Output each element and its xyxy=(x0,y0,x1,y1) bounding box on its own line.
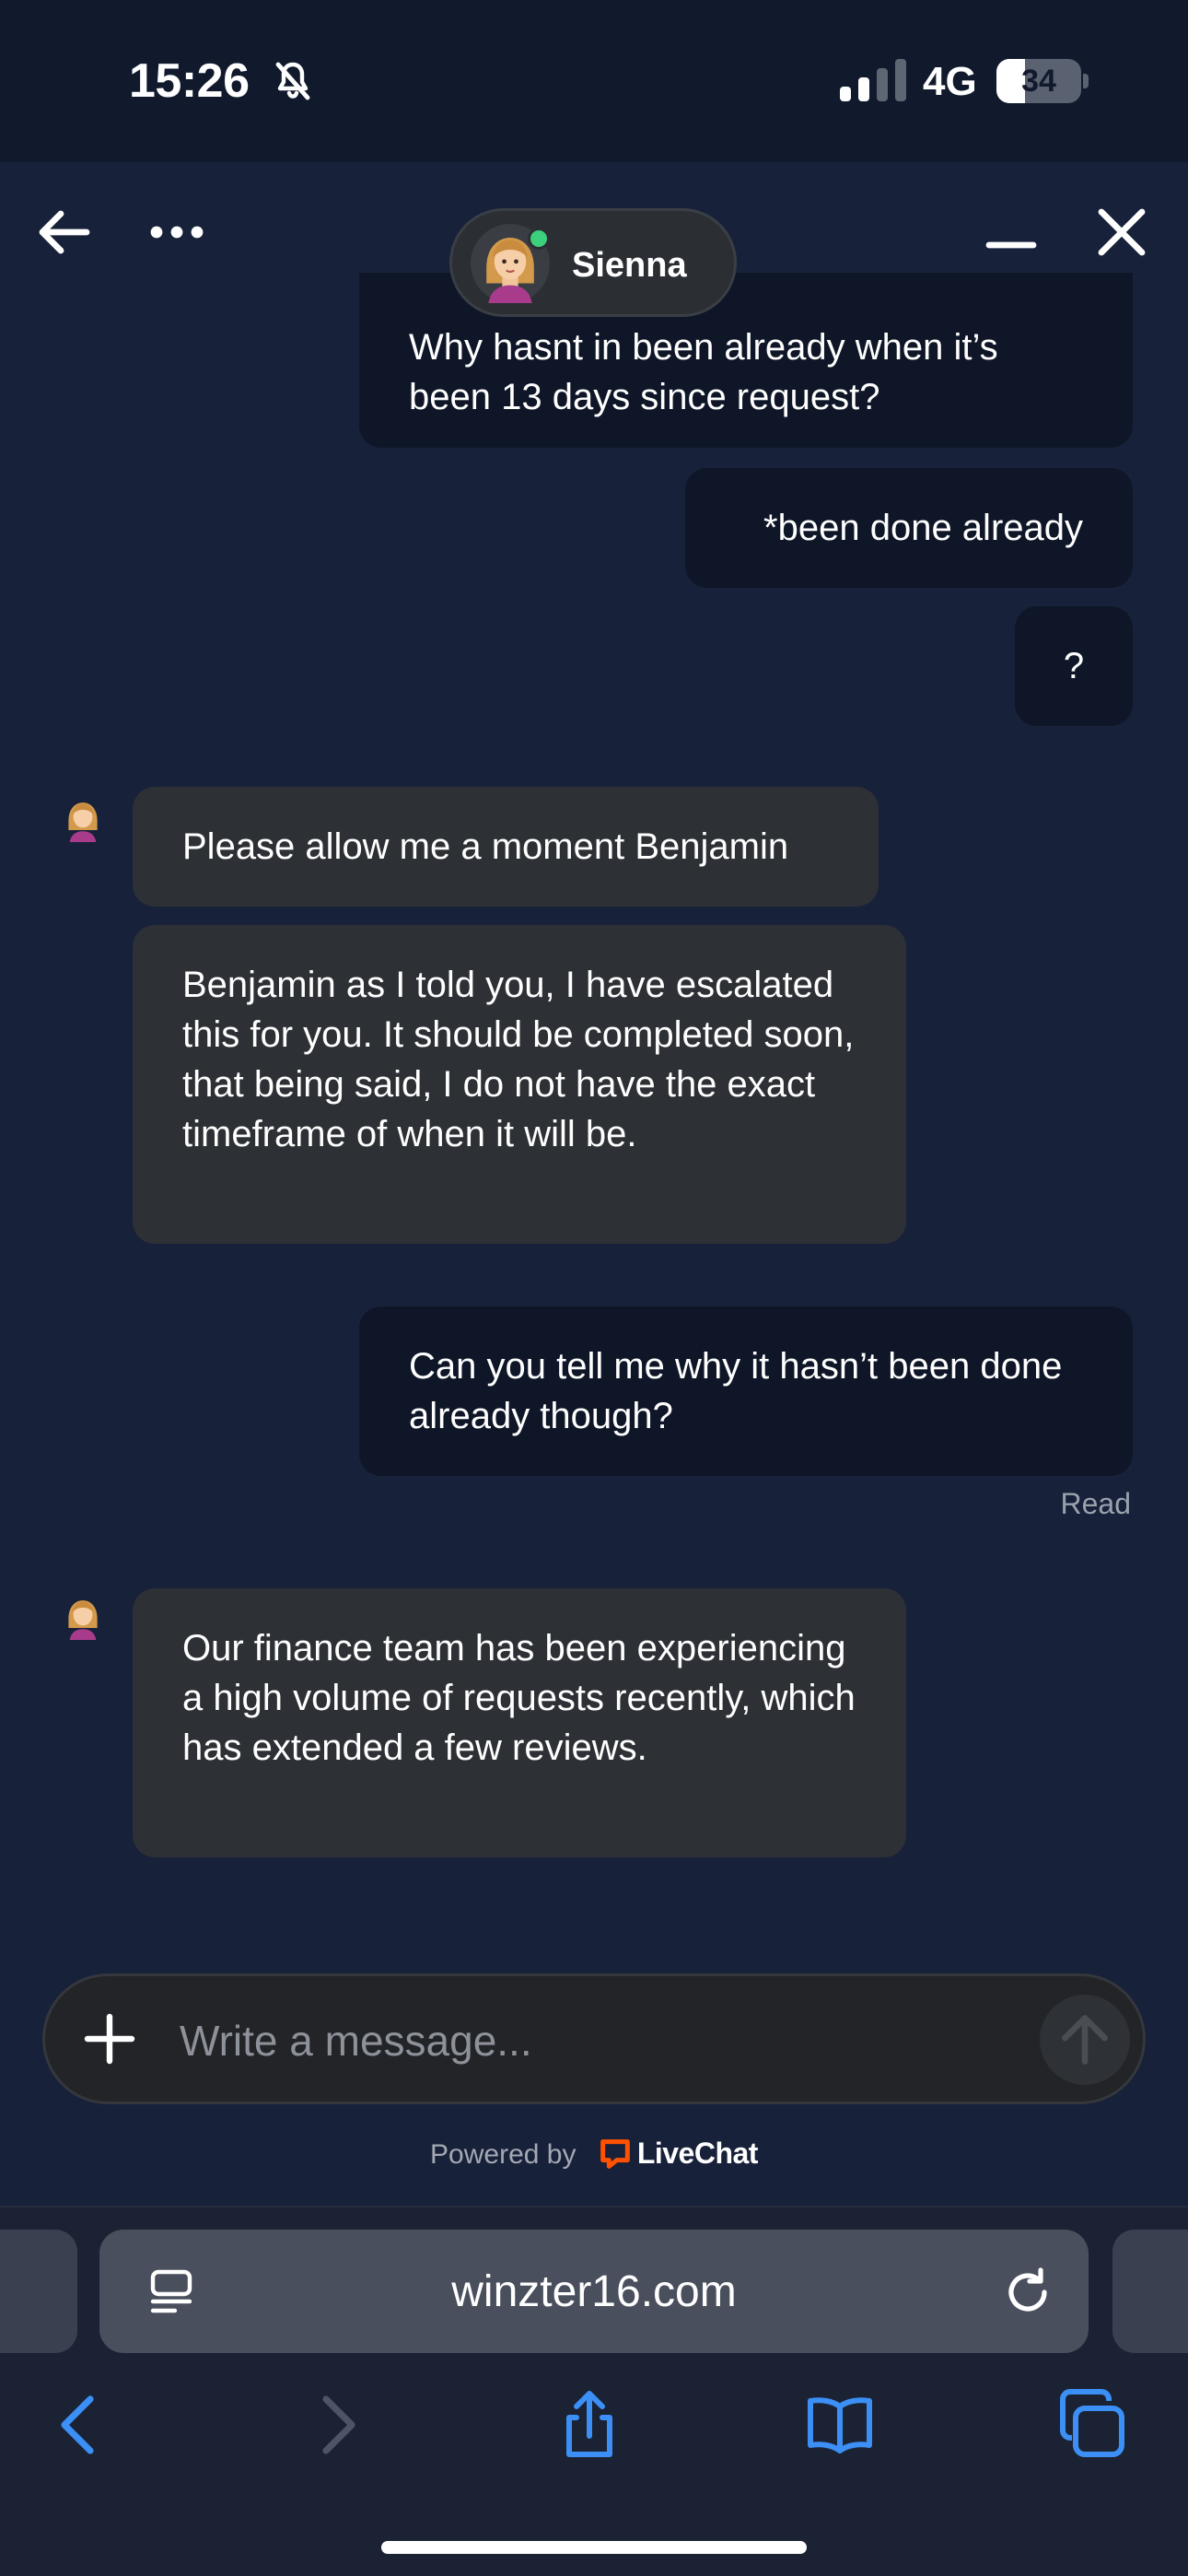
send-button[interactable] xyxy=(1040,1995,1130,2085)
message-bubble-visitor: *been done already xyxy=(685,468,1133,588)
chat-messages[interactable]: Why hasnt in been already when it’s been… xyxy=(0,273,1188,1959)
send-arrow-icon xyxy=(1062,2015,1108,2065)
next-tab-preview[interactable] xyxy=(1112,2230,1188,2353)
page-menu-icon[interactable] xyxy=(146,2266,197,2318)
message-bubble-visitor: ? xyxy=(1015,606,1133,726)
reload-icon[interactable] xyxy=(998,2263,1057,2322)
chevron-right-icon xyxy=(322,2395,355,2454)
home-indicator[interactable] xyxy=(381,2541,807,2554)
message-bubble-visitor: Can you tell me why it hasn’t been done … xyxy=(359,1306,1133,1476)
message-text: Please allow me a moment Benjamin xyxy=(182,826,789,867)
more-options-icon xyxy=(150,226,204,239)
message-text: *been done already xyxy=(763,508,1083,548)
status-time: 15:26 xyxy=(129,54,250,108)
livechat-brand: LiveChat xyxy=(636,2137,759,2170)
tabs-icon xyxy=(1060,2389,1124,2457)
tabs-button[interactable] xyxy=(1055,2388,1129,2462)
message-bubble-agent: Our finance team has been experiencing a… xyxy=(133,1588,906,1857)
network-type: 4G xyxy=(923,59,977,104)
bell-muted-icon xyxy=(275,62,310,100)
battery-percentage: 34 xyxy=(1021,64,1056,99)
address-bar[interactable]: winzter16.com xyxy=(99,2230,1089,2353)
message-bubble-agent: Please allow me a moment Benjamin xyxy=(133,787,879,907)
browser-back-button[interactable] xyxy=(42,2388,116,2462)
agent-message-avatar xyxy=(68,802,98,842)
message-composer xyxy=(42,1973,1146,2104)
more-options-button[interactable] xyxy=(144,199,210,265)
message-text: ? xyxy=(1063,646,1085,686)
agent-header-pill[interactable]: Sienna xyxy=(449,208,737,317)
cellular-signal-icon xyxy=(840,59,906,101)
back-button[interactable] xyxy=(31,199,98,265)
book-icon xyxy=(808,2397,872,2453)
message-text: Our finance team has been experiencing a… xyxy=(182,1628,856,1768)
bookmarks-button[interactable] xyxy=(803,2388,877,2462)
minimize-icon xyxy=(985,241,1037,249)
message-input[interactable] xyxy=(180,2004,972,2078)
read-receipt: Read xyxy=(1060,1487,1132,1520)
previous-tab-preview[interactable] xyxy=(0,2230,77,2353)
back-arrow-icon xyxy=(39,210,90,254)
share-button[interactable] xyxy=(553,2388,626,2462)
add-attachment-icon[interactable] xyxy=(78,2008,141,2070)
powered-by-label: Powered by xyxy=(430,2139,577,2170)
message-text: Why hasnt in been already when it’s been… xyxy=(409,327,998,417)
message-bubble-agent: Benjamin as I told you, I have escalated… xyxy=(133,925,906,1244)
message-text: Benjamin as I told you, I have escalated… xyxy=(182,965,855,1154)
url-text: winzter16.com xyxy=(451,2267,737,2316)
agent-message-avatar xyxy=(68,1600,98,1640)
message-text: Can you tell me why it hasn’t been done … xyxy=(409,1346,1063,1436)
agent-name: Sienna xyxy=(572,246,687,285)
share-icon xyxy=(566,2391,612,2457)
browser-forward-button[interactable] xyxy=(300,2388,374,2462)
powered-by-footer[interactable]: Powered by LiveChat xyxy=(0,2136,1188,2172)
close-icon xyxy=(1098,208,1146,256)
minimize-button[interactable] xyxy=(978,199,1044,265)
status-bar: 15:26 4G 34 xyxy=(0,0,1188,162)
livechat-logo-icon xyxy=(600,2139,630,2169)
online-status-indicator xyxy=(528,228,550,250)
chevron-left-icon xyxy=(61,2395,94,2454)
battery-icon: 34 xyxy=(996,59,1089,103)
close-button[interactable] xyxy=(1089,199,1155,265)
